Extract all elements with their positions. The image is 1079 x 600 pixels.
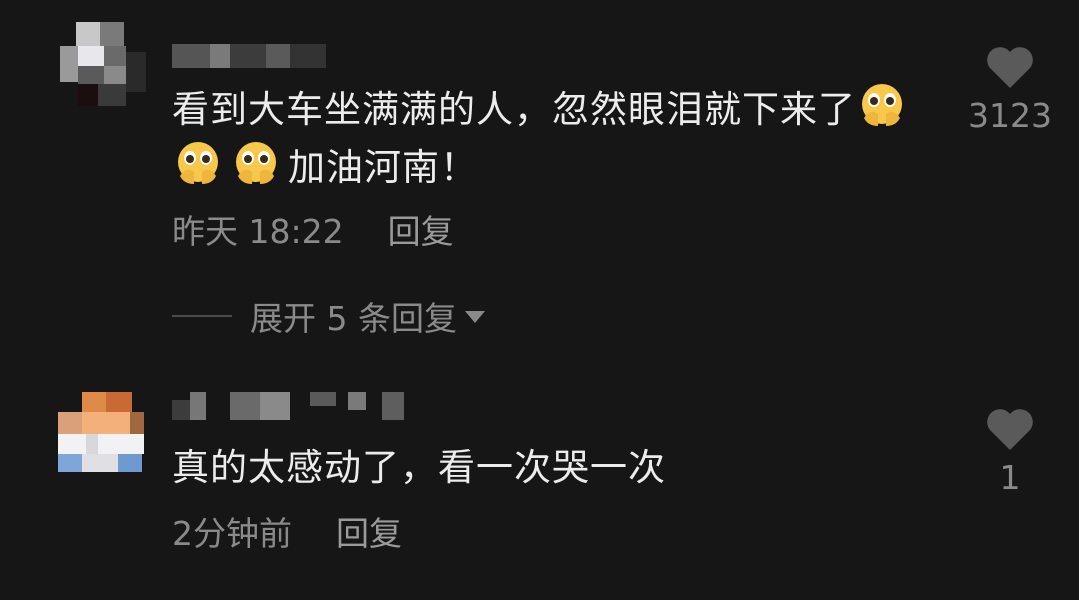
comment-text: 真的太感动了，看一次哭一次 [172,440,932,496]
caret-down-icon [464,311,485,323]
divider-line [172,315,232,317]
like-button[interactable]: 1 [960,406,1060,498]
comment-time: 2分钟前 [172,514,292,553]
reply-button[interactable]: 回复 [388,212,454,251]
comment-meta: 昨天 18:22 回复 [172,212,454,252]
comment-tail: 加油河南！ [288,146,478,189]
comment-list: 看到大车坐满满的人，忽然眼泪就下来了加油河南！ 昨天 18:22 回复 3123 … [0,0,1079,600]
comment-text: 看到大车坐满满的人，忽然眼泪就下来了加油河南！ [172,80,932,196]
comment-body: 真的太感动了，看一次哭一次 [172,446,666,489]
comment-time: 昨天 18:22 [172,212,344,251]
avatar[interactable] [60,22,146,108]
like-count: 1 [999,458,1021,497]
username-blurred[interactable] [172,392,412,420]
pleading-face-icon [862,84,902,126]
pleading-face-icon [178,142,218,184]
reply-button[interactable]: 回复 [336,514,402,553]
avatar[interactable] [58,392,144,478]
comment-meta: 2分钟前 回复 [172,514,402,554]
heart-icon [987,409,1033,450]
comment-body: 看到大车坐满满的人，忽然眼泪就下来了 [172,88,856,131]
like-count: 3123 [968,96,1052,135]
heart-icon [987,47,1033,88]
username-blurred[interactable] [172,44,332,68]
like-button[interactable]: 3123 [960,44,1060,136]
pleading-face-icon [236,142,276,184]
expand-replies-button[interactable]: 展开 5 条回复 [172,296,485,338]
expand-replies-label: 展开 5 条回复 [250,299,457,338]
